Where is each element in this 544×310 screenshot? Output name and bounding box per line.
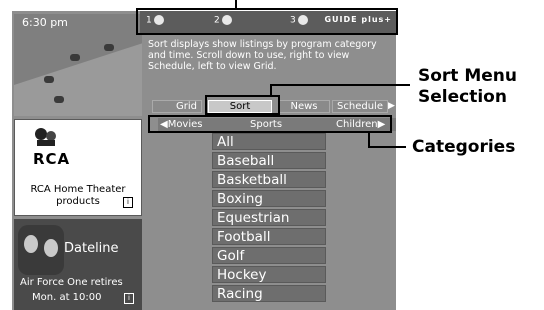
list-item[interactable]: Baseball <box>212 152 326 169</box>
tv-screen: 6:30 pm RCA RCA Home Theater products i … <box>12 11 396 310</box>
list-item[interactable]: Equestrian <box>212 209 326 226</box>
list-item[interactable]: All <box>212 133 326 150</box>
hosts-photo <box>18 225 64 275</box>
sort-callout-line-h <box>270 84 410 86</box>
rider <box>70 54 80 61</box>
list-item[interactable]: Football <box>212 228 326 245</box>
rider <box>54 96 64 103</box>
sort-menu-selection-label: Sort Menu Selection <box>418 66 517 108</box>
sort-menu-label-line2: Selection <box>418 87 507 107</box>
race-track-image <box>14 40 142 116</box>
promo-line1: Air Force One retires <box>20 277 123 288</box>
list-item[interactable]: Golf <box>212 247 326 264</box>
tab-grid[interactable]: Grid <box>152 100 202 113</box>
dog-icon <box>35 128 56 146</box>
right-arrow-icon[interactable]: ▶ <box>388 100 395 113</box>
host-face <box>44 239 58 257</box>
sort-callout-line-v <box>270 84 272 96</box>
video-preview: 6:30 pm <box>14 14 142 116</box>
top-bar-callout-box <box>136 8 398 35</box>
categories-label: Categories <box>412 137 516 157</box>
ad-text-line1: RCA Home Theater <box>30 184 126 195</box>
dateline-promo-panel[interactable]: Dateline Air Force One retires Mon. at 1… <box>14 219 142 310</box>
list-item[interactable]: Racing <box>212 285 326 302</box>
list-item[interactable]: Basketball <box>212 171 326 188</box>
list-item[interactable]: Hockey <box>212 266 326 283</box>
promo-title: Dateline <box>64 241 119 256</box>
rider <box>44 76 54 83</box>
top-callout-line <box>235 0 237 9</box>
clock-time: 6:30 pm <box>22 16 68 29</box>
info-icon: i <box>123 197 133 208</box>
sort-tab-callout-box <box>205 95 280 115</box>
rider <box>104 44 114 51</box>
categories-callout-box <box>148 115 392 133</box>
sort-menu-label-line1: Sort Menu <box>418 66 518 86</box>
tab-schedule[interactable]: Schedule <box>332 100 388 113</box>
categories-callout-line-h <box>368 146 406 148</box>
sort-list: All Baseball Basketball Boxing Equestria… <box>212 133 326 304</box>
help-text: Sort displays show listings by program c… <box>148 39 377 72</box>
promo-line2: Mon. at 10:00 <box>32 292 102 303</box>
list-item[interactable]: Boxing <box>212 190 326 207</box>
host-face <box>24 235 38 253</box>
info-icon: i <box>124 293 134 304</box>
tab-news[interactable]: News <box>278 100 330 113</box>
rca-logo: RCA <box>33 150 71 168</box>
rca-ad-panel[interactable]: RCA RCA Home Theater products i <box>14 119 142 216</box>
